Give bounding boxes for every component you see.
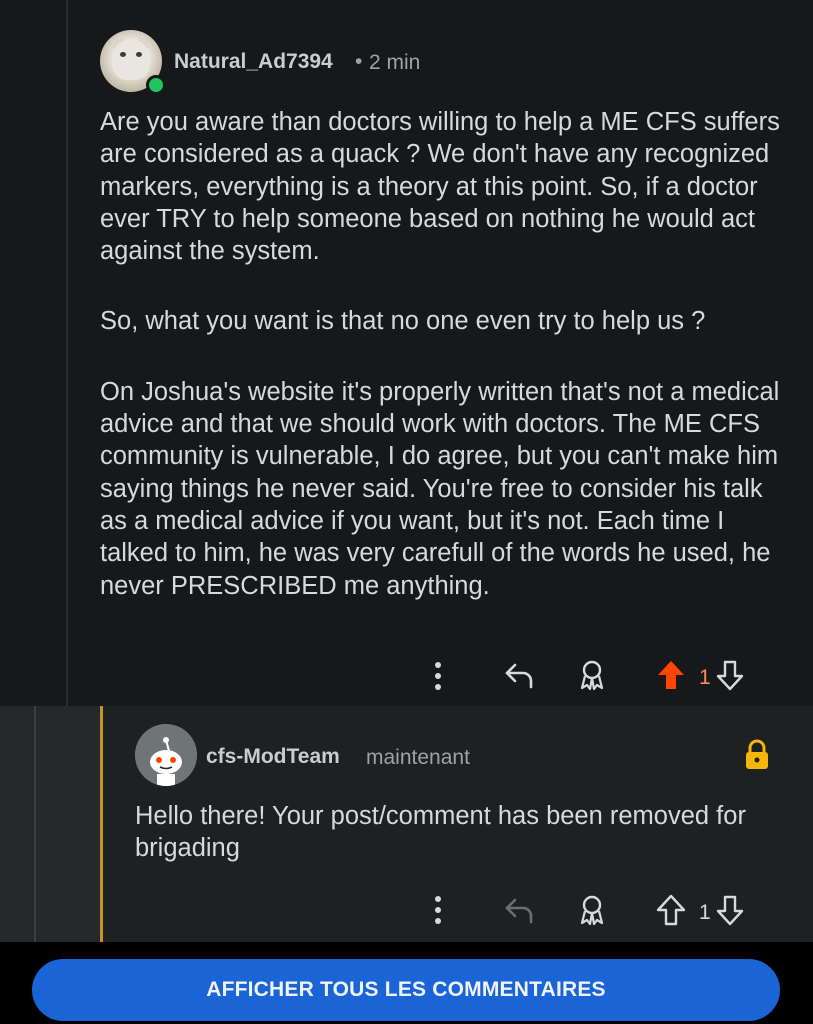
mod-indicator-line	[100, 706, 103, 942]
vote-count: 1	[699, 900, 711, 924]
comment-author[interactable]: cfs-ModTeam	[206, 745, 340, 769]
award-icon[interactable]	[576, 893, 608, 932]
upvote-icon[interactable]	[655, 893, 687, 932]
separator-dot: •	[355, 50, 363, 73]
comment-paragraph: So, what you want is that no one even tr…	[100, 307, 706, 336]
comment-paragraph: Are you aware than doctors willing to he…	[100, 108, 780, 266]
thread-line[interactable]	[34, 706, 36, 942]
more-icon[interactable]	[426, 890, 450, 935]
thread-line[interactable]	[66, 0, 68, 706]
vote-count: 1	[699, 665, 711, 689]
upvote-icon[interactable]	[655, 658, 687, 697]
more-icon[interactable]	[426, 656, 450, 696]
reply-icon	[503, 893, 537, 932]
avatar-cfs-modteam[interactable]	[135, 724, 197, 786]
reply-icon[interactable]	[503, 658, 537, 697]
comment-timestamp: 2 min	[369, 51, 421, 74]
comment-timestamp: maintenant	[366, 746, 470, 769]
lock-icon	[743, 739, 771, 776]
award-icon[interactable]	[576, 658, 608, 697]
comment-body: Hello there! Your post/comment has been …	[135, 802, 746, 863]
comment-body: Are you aware than doctors willing to he…	[100, 106, 790, 640]
comment-author[interactable]: Natural_Ad7394	[174, 50, 333, 74]
downvote-icon[interactable]	[715, 658, 745, 697]
comment-paragraph: On Joshua's website it's properly writte…	[100, 377, 780, 600]
online-indicator-icon	[146, 75, 166, 95]
thread-gutter	[0, 706, 100, 942]
downvote-icon[interactable]	[715, 893, 745, 932]
show-all-comments-button[interactable]: AFFICHER TOUS LES COMMENTAIRES	[32, 959, 780, 1021]
